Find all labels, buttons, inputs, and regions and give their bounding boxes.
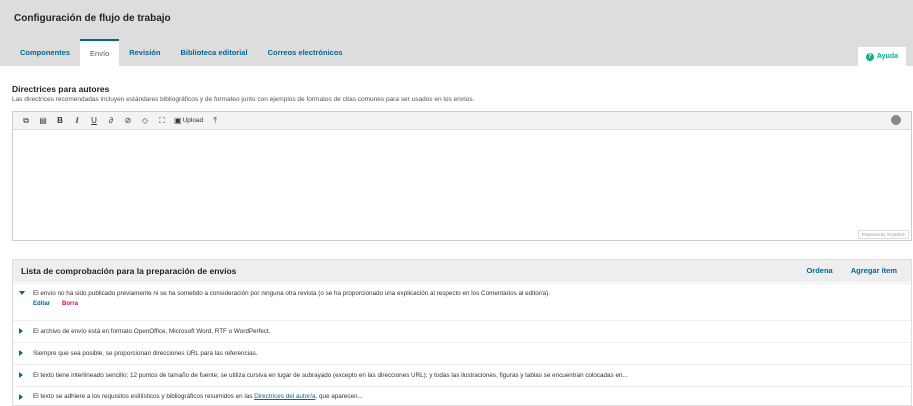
checklist-item-text: El archivo de envío está en formato Open… xyxy=(33,328,271,335)
link-icon[interactable]: ∂ xyxy=(104,114,118,128)
checklist-item[interactable]: El texto tiene interlineado sencillo; 12… xyxy=(13,364,911,386)
checklist-item[interactable]: Siempre que sea posible, se proporcionan… xyxy=(13,342,911,364)
image-upload-button[interactable]: ▣ Upload xyxy=(172,114,205,128)
expanded-arrow-icon[interactable] xyxy=(19,291,25,295)
underline-icon[interactable]: U xyxy=(87,114,101,128)
copy-icon[interactable]: ⧉ xyxy=(19,114,33,128)
checklist-item-text: El texto tiene interlineado sencillo; 12… xyxy=(33,372,628,379)
tab-correos-electronicos[interactable]: Correos electrónicos xyxy=(258,39,353,66)
tab-bar: Componentes Envío Revisión Biblioteca ed… xyxy=(10,39,353,66)
checklist-item[interactable]: El archivo de envío está en formato Open… xyxy=(13,320,911,342)
tab-revision[interactable]: Revisión xyxy=(119,39,170,66)
help-button[interactable]: ? Ayuda xyxy=(856,46,907,66)
upload-label: Upload xyxy=(182,117,204,124)
powered-by-label: Powered by TinyMCE xyxy=(857,230,909,239)
bold-icon[interactable]: B xyxy=(53,114,67,128)
guidelines-description: Las directrices recomendadas incluyen es… xyxy=(12,96,475,103)
checklist-item[interactable]: El envío no ha sido publicado previament… xyxy=(13,283,911,320)
tab-biblioteca-editorial[interactable]: Biblioteca editorial xyxy=(170,39,257,66)
guidelines-title: Directrices para autores xyxy=(12,84,110,94)
italic-icon[interactable]: I xyxy=(70,114,84,128)
delete-item-button[interactable]: Borra xyxy=(62,301,78,307)
checklist-item-text-after: , que aparecen... xyxy=(315,393,363,400)
image-icon: ▣ xyxy=(174,116,182,125)
unlink-icon[interactable]: ⊘ xyxy=(121,114,135,128)
collapsed-arrow-icon[interactable] xyxy=(19,350,23,356)
page-header: Configuración de flujo de trabajo Compon… xyxy=(0,0,913,66)
collapsed-arrow-icon[interactable] xyxy=(19,372,23,378)
checklist-actions: Ordena Agregar ítem xyxy=(806,266,897,275)
author-guidelines-link[interactable]: Directrices del autor/a xyxy=(254,393,315,400)
page-title: Configuración de flujo de trabajo xyxy=(14,13,171,24)
tab-componentes[interactable]: Componentes xyxy=(10,39,80,66)
add-item-button[interactable]: Agregar ítem xyxy=(851,266,897,275)
checklist-item[interactable]: El texto se adhiere a los requisitos est… xyxy=(13,386,911,406)
tab-envio[interactable]: Envío xyxy=(80,39,120,66)
checklist-header: Lista de comprobación para la preparació… xyxy=(13,260,911,282)
paste-icon[interactable]: ▤ xyxy=(36,114,50,128)
checklist-title: Lista de comprobación para la preparació… xyxy=(21,266,237,276)
edit-item-button[interactable]: Editar xyxy=(33,301,50,307)
editor-toolbar: ⧉ ▤ B I U ∂ ⊘ ◇ ⛶ ▣ Upload ⤒ xyxy=(13,112,911,130)
fullscreen-icon[interactable]: ⛶ xyxy=(155,114,169,128)
checklist-item-text: El texto se adhiere a los requisitos est… xyxy=(33,393,363,400)
checklist-item-text: Siempre que sea posible, se proporcionan… xyxy=(33,350,258,357)
collapsed-arrow-icon[interactable] xyxy=(19,394,23,400)
editor-content-area[interactable]: Powered by TinyMCE xyxy=(13,130,911,241)
submission-checklist: Lista de comprobación para la preparació… xyxy=(12,259,912,406)
help-label: Ayuda xyxy=(876,53,898,60)
code-icon[interactable]: ◇ xyxy=(138,114,152,128)
order-button[interactable]: Ordena xyxy=(806,266,832,275)
item-actions: Editar Borra xyxy=(33,301,78,307)
collapsed-arrow-icon[interactable] xyxy=(19,328,23,334)
rich-text-editor: ⧉ ▤ B I U ∂ ⊘ ◇ ⛶ ▣ Upload ⤒ Powered by … xyxy=(12,111,912,241)
help-icon: ? xyxy=(865,52,874,61)
checklist-item-text: El envío no ha sido publicado previament… xyxy=(33,290,551,297)
upload-icon[interactable]: ⤒ xyxy=(208,114,222,128)
checklist-item-text-before: El texto se adhiere a los requisitos est… xyxy=(33,393,255,400)
language-globe-icon[interactable] xyxy=(891,115,901,125)
